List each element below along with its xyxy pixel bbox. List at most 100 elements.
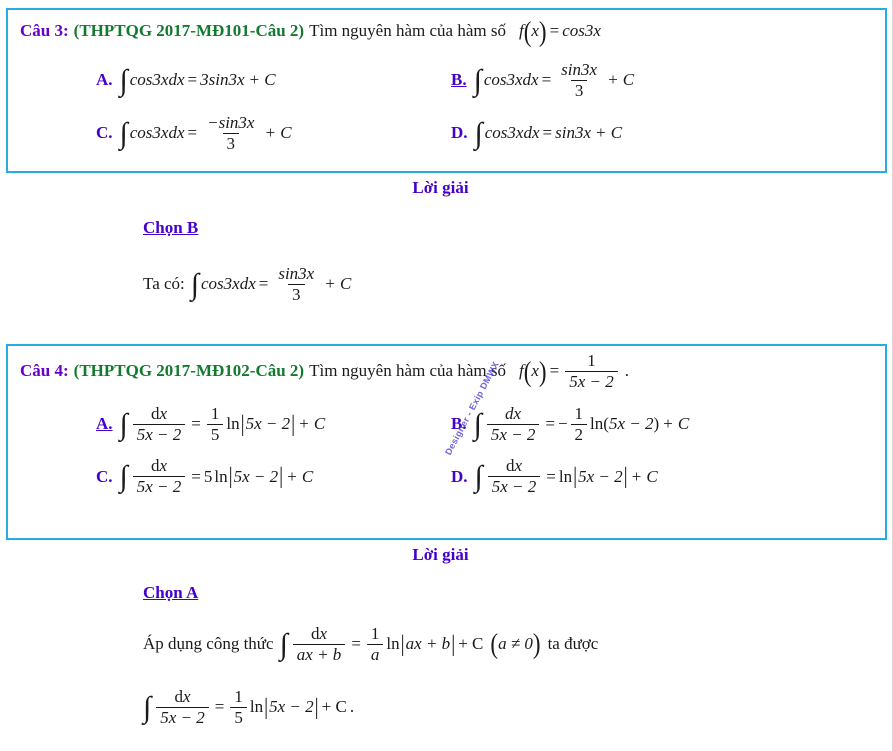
option-a[interactable]: A. ∫ cos3xdx = 3sin3x + C bbox=[96, 61, 451, 100]
fraction-numerator: 1 bbox=[587, 351, 596, 370]
equals-sign: = bbox=[542, 123, 553, 143]
question-function-expression: f ( x ) = 1 5x − 2 . bbox=[519, 352, 629, 391]
trailing-period: . bbox=[624, 360, 629, 380]
integration-constant: + C bbox=[248, 70, 276, 90]
option-label-c: C. bbox=[96, 123, 113, 143]
option-d-formula: ∫ cos3xdx = sin3x + C bbox=[475, 119, 623, 148]
integral-icon: ∫ bbox=[190, 268, 199, 302]
equals-sign: = bbox=[187, 123, 198, 143]
log-function: ln bbox=[386, 634, 400, 654]
equals-sign: = bbox=[351, 634, 361, 654]
option-label-d: D. bbox=[451, 466, 468, 486]
paren-open: ( bbox=[523, 355, 532, 387]
fraction-denominator: 5x − 2 bbox=[486, 423, 540, 444]
fraction-numerator: 1 bbox=[370, 624, 380, 643]
integrand-fraction: dx 5x − 2 bbox=[486, 404, 540, 444]
abs-open: | bbox=[240, 410, 245, 437]
log-function: ln bbox=[558, 466, 573, 486]
paren-close: ) bbox=[653, 414, 660, 434]
integrand: cos3xdx bbox=[129, 123, 185, 143]
option-c-formula: ∫ cos3xdx = −sin3x 3 + C bbox=[120, 113, 292, 153]
option-d[interactable]: D. ∫ dx 5x − 2 = ln | 5x − 2 | + C bbox=[451, 457, 875, 496]
option-label-d: D. bbox=[451, 123, 468, 143]
fraction-denominator: 5x − 2 bbox=[565, 370, 618, 391]
log-function: ln bbox=[590, 414, 604, 434]
function-variable: x bbox=[531, 21, 539, 41]
trailing-period: . bbox=[349, 697, 355, 717]
question-heading-cau-4: Câu 4: (THPTQG 2017-MĐ102-Câu 2) Tìm ngu… bbox=[18, 352, 875, 391]
option-b[interactable]: B. ∫ dx 5x − 2 = − 1 2 ln ( 5x − 2) + C bbox=[451, 403, 875, 444]
question-number: Câu 4: bbox=[20, 360, 69, 380]
option-label-a: A. bbox=[96, 70, 113, 90]
option-label-a: A. bbox=[96, 414, 113, 434]
integration-constant: + C bbox=[298, 414, 326, 434]
equals-sign: = bbox=[549, 360, 560, 380]
equals-sign: = bbox=[214, 697, 225, 717]
question-source-tag: (THPTQG 2017-MĐ102-Câu 2) bbox=[73, 360, 305, 380]
integral-icon: ∫ bbox=[119, 460, 128, 494]
coefficient-fraction: 1 5 bbox=[230, 688, 247, 727]
question-box-cau-4: Câu 4: (THPTQG 2017-MĐ102-Câu 2) Tìm ngu… bbox=[6, 344, 887, 540]
equals-sign: = bbox=[187, 70, 198, 90]
function-body: cos3x bbox=[562, 21, 601, 41]
question-number: Câu 3: bbox=[20, 21, 69, 41]
coefficient-fraction: 1 2 bbox=[570, 403, 588, 444]
integral-icon: ∫ bbox=[119, 64, 128, 98]
equals-sign: = bbox=[541, 70, 552, 90]
option-d[interactable]: D. ∫ cos3xdx = sin3x + C bbox=[451, 114, 875, 153]
option-b-formula: ∫ cos3xdx = sin3x 3 + C bbox=[474, 61, 635, 100]
option-a-formula: ∫ cos3xdx = 3sin3x + C bbox=[119, 64, 276, 98]
fraction-numerator: 1 bbox=[210, 403, 220, 423]
integrand: cos3xdx bbox=[200, 274, 256, 294]
option-c[interactable]: C. ∫ cos3xdx = −sin3x 3 + C bbox=[96, 113, 451, 153]
fraction-denominator: 3 bbox=[288, 283, 305, 304]
integrand-fraction: dx 5x − 2 bbox=[487, 457, 541, 496]
solution-heading-cau-3: Lời giải bbox=[412, 178, 469, 197]
equals-sign: = bbox=[545, 414, 555, 434]
fraction-numerator: 1 bbox=[234, 687, 243, 706]
solution-lead-text: Áp dụng công thức bbox=[143, 634, 274, 654]
fraction-numerator: 1 bbox=[574, 403, 584, 423]
option-c-formula: ∫ dx 5x − 2 = 5 ln | 5x − 2 | + C bbox=[120, 457, 314, 496]
condition-paren-close: ) bbox=[532, 628, 541, 660]
solution-formula-cau-4: Áp dụng công thức ∫ dx ax + b = 1 a ln |… bbox=[143, 625, 598, 664]
fraction-denominator: 5x − 2 bbox=[156, 706, 209, 727]
option-c[interactable]: C. ∫ dx 5x − 2 = 5 ln | 5x − 2 | + C bbox=[96, 457, 451, 496]
fraction-numerator: dx bbox=[311, 624, 328, 643]
log-argument: 5x − 2 bbox=[608, 414, 654, 434]
option-d-formula: ∫ dx 5x − 2 = ln | 5x − 2 | + C bbox=[475, 457, 658, 496]
scalar-coefficient: 5 bbox=[203, 466, 213, 486]
question-prompt-text: Tìm nguyên hàm của hàm số bbox=[309, 360, 506, 380]
solution-work-cau-3: Ta có: ∫ cos3xdx = sin3x 3 + C bbox=[143, 265, 351, 304]
integrand: cos3xdx bbox=[484, 123, 540, 143]
integral-icon: ∫ bbox=[474, 460, 483, 494]
abs-close: | bbox=[451, 631, 456, 657]
solution-lead-text: Ta có: bbox=[143, 274, 185, 294]
equals-sign: = bbox=[258, 274, 269, 294]
document-page: Câu 3: (THPTQG 2017-MĐ101-Câu 2) Tìm ngu… bbox=[0, 0, 893, 751]
paren-close: ) bbox=[538, 15, 547, 48]
solution-line: ∫ dx 5x − 2 = 1 5 ln | 5x − 2 | + C . bbox=[143, 688, 354, 727]
integration-constant: + C bbox=[662, 414, 690, 434]
integration-constant: + C bbox=[324, 274, 352, 294]
fraction-numerator: sin3x bbox=[561, 60, 598, 80]
option-label-b: B. bbox=[451, 70, 467, 90]
integrand-fraction: dx 5x − 2 bbox=[156, 688, 209, 727]
abs-open: | bbox=[400, 631, 405, 657]
function-variable: x bbox=[531, 360, 539, 380]
equals-sign: = bbox=[549, 21, 560, 41]
integral-icon: ∫ bbox=[119, 407, 128, 441]
fraction-numerator: dx bbox=[150, 456, 168, 476]
option-a[interactable]: A. ∫ ddxx 5x − 2 = 1 5 ln | 5x − 2 | bbox=[96, 403, 451, 444]
equals-sign: = bbox=[191, 414, 201, 434]
integral-icon: ∫ bbox=[143, 691, 152, 725]
coefficient-fraction: 1 5 bbox=[206, 403, 224, 444]
fraction-denominator: 5x − 2 bbox=[132, 423, 186, 444]
equals-sign: = bbox=[191, 466, 201, 486]
integrand: cos3xdx bbox=[483, 70, 539, 90]
fraction: −sin3x 3 bbox=[203, 113, 258, 153]
log-argument: 5x − 2 bbox=[269, 697, 314, 717]
option-b[interactable]: B. ∫ cos3xdx = sin3x 3 + C bbox=[451, 61, 875, 100]
fraction: sin3x 3 bbox=[557, 61, 601, 100]
integrand: cos3xdx bbox=[129, 70, 185, 90]
